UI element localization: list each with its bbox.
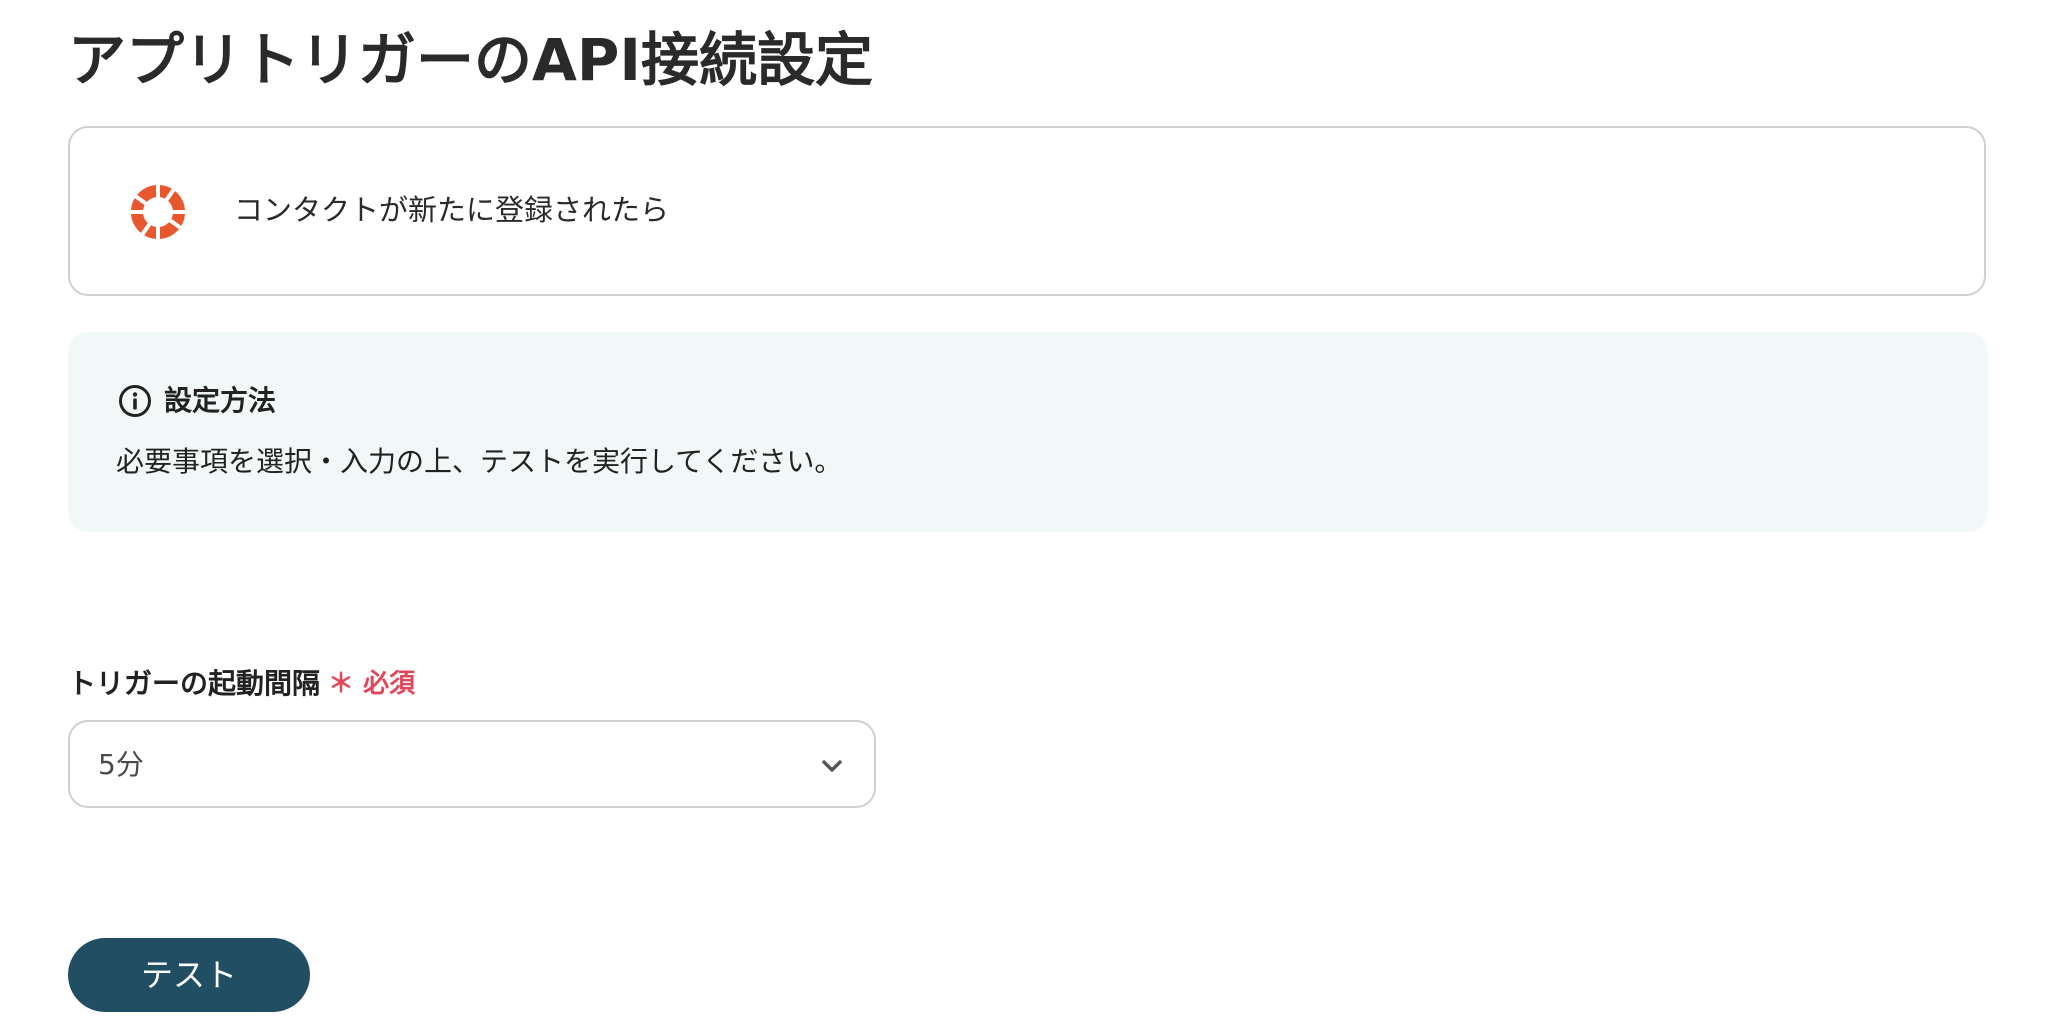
interval-field-label: トリガーの起動間隔 bbox=[68, 667, 321, 700]
page-title: アプリトリガーのAPI接続設定 bbox=[68, 26, 873, 94]
info-title: 設定方法 bbox=[164, 384, 277, 417]
trigger-label: コンタクトが新たに登録されたら bbox=[234, 193, 670, 227]
info-circle-icon bbox=[119, 385, 151, 417]
interval-field-label-row: トリガーの起動間隔 ＊ 必須 bbox=[68, 664, 415, 704]
interval-select[interactable]: 5分 bbox=[68, 720, 876, 808]
info-text: 必要事項を選択・入力の上、テストを実行してください。 bbox=[116, 445, 843, 478]
required-badge: ＊ 必須 bbox=[328, 669, 416, 699]
info-box: 設定方法 必要事項を選択・入力の上、テストを実行してください。 bbox=[68, 332, 1988, 532]
hubspot-lifebuoy-logo-icon bbox=[130, 184, 186, 240]
chevron-down-icon bbox=[822, 760, 842, 772]
trigger-card: コンタクトが新たに登録されたら bbox=[68, 126, 1986, 296]
interval-select-value: 5分 bbox=[98, 748, 144, 781]
trigger-settings-page: アプリトリガーのAPI接続設定 コンタクトが新たに登録されたら 設定方法 必要事… bbox=[0, 0, 2066, 1034]
test-button[interactable]: テスト bbox=[68, 938, 310, 1012]
